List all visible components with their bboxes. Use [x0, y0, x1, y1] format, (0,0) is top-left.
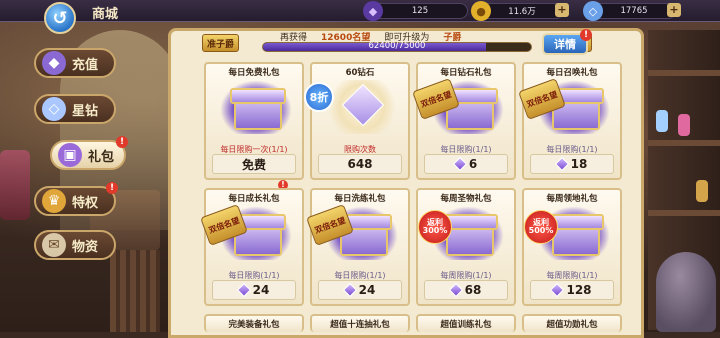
- purple-crystal-icon: ◆: [363, 1, 383, 21]
- add-gold-button[interactable]: +: [555, 3, 569, 17]
- detail-alert-badge: !: [580, 29, 592, 41]
- decor-pot: [656, 252, 716, 332]
- sidebar-item-stardiamond[interactable]: ◇ 星钻: [34, 94, 116, 124]
- gift-icon: ▣: [58, 143, 82, 167]
- diamond-icon: ◇: [42, 97, 66, 121]
- gift-card[interactable]: 每日钻石礼包 双倍名望 每日限购(1/1) 6: [412, 62, 516, 180]
- gold-coin-icon: ●: [471, 1, 491, 21]
- gift-card[interactable]: 每周领地礼包 返利 500% 每周限购(1/1) 128: [522, 188, 622, 306]
- sidebar-item-recharge[interactable]: ◆ 充值: [34, 48, 116, 78]
- back-arrow-icon: ↺: [52, 7, 68, 29]
- rank-progress: 准子爵 再获得 12600名望 即可升级为 子爵 62400/75000 子爵: [200, 26, 596, 54]
- add-diamond-button[interactable]: +: [667, 3, 681, 17]
- privilege-alert-badge: !: [106, 182, 118, 194]
- crystal-icon: [550, 282, 565, 298]
- gift-card[interactable]: 超值功勋礼包: [522, 314, 622, 332]
- decor-bottle: [0, 150, 30, 220]
- discount-badge: 8折: [304, 82, 334, 112]
- crystal-icon: [452, 156, 467, 172]
- sidebar-item-privilege[interactable]: ♛ 特权 !: [34, 182, 118, 216]
- gift-card[interactable]: 每周圣物礼包 返利 300% 每周限购(1/1) 68: [416, 188, 516, 306]
- page-title: 商城: [92, 7, 119, 22]
- sidebar-item-gift[interactable]: ▣ 礼包 !: [50, 136, 128, 170]
- buy-button[interactable]: 68: [424, 280, 508, 300]
- top-bar: 商城 ◆ 125 ● 11.6万 + ◇ 17765 +: [0, 0, 720, 22]
- gem-icon: ◆: [42, 51, 66, 75]
- rank-current: 准子爵: [202, 34, 240, 52]
- diamond-icon: ◇: [583, 1, 603, 21]
- detail-button[interactable]: 详情 !: [542, 29, 592, 55]
- gift-card[interactable]: 每日召唤礼包 双倍名望 每日限购(1/1) 18: [518, 62, 622, 180]
- rebate-badge: 返利 500%: [524, 210, 558, 244]
- buy-button[interactable]: 免费: [212, 154, 296, 174]
- buy-button[interactable]: 24: [212, 280, 296, 300]
- resource-diamond: ◇ 17765 +: [583, 1, 681, 21]
- crystal-icon: [448, 282, 463, 298]
- gift-card[interactable]: 每日免费礼包 每日限购一次(1/1) ! 免费: [204, 62, 304, 190]
- buy-button[interactable]: 6: [424, 154, 508, 174]
- buy-button[interactable]: 24: [318, 280, 402, 300]
- diamond-image: [326, 80, 398, 134]
- gift-card[interactable]: 每日洗练礼包 双倍名望 每日限购(1/1) 24: [306, 188, 410, 306]
- crystal-icon: [342, 282, 357, 298]
- gift-card[interactable]: 超值十连抽礼包: [310, 314, 410, 332]
- decor-broom: [110, 250, 160, 332]
- crystal-icon: [554, 156, 569, 172]
- buy-button[interactable]: 128: [530, 280, 614, 300]
- crystal-icon: [236, 282, 251, 298]
- gift-card[interactable]: 完美装备礼包: [204, 314, 304, 332]
- back-button[interactable]: ↺: [44, 2, 76, 34]
- gift-card[interactable]: 超值训练礼包: [416, 314, 516, 332]
- gift-card[interactable]: 每日成长礼包 双倍名望 每日限购(1/1) 24: [200, 188, 304, 306]
- rebate-badge: 返利 300%: [418, 210, 452, 244]
- sidebar-item-supplies[interactable]: ✉ 物资: [34, 230, 116, 260]
- buy-button[interactable]: 18: [530, 154, 614, 174]
- progress-text: 62400/75000: [368, 41, 426, 51]
- gift-card[interactable]: 60钻石 8折 限购次数 648: [304, 62, 410, 180]
- buy-button[interactable]: 648: [318, 154, 402, 174]
- crown-icon: ♛: [42, 189, 66, 213]
- gift-alert-badge: !: [116, 136, 128, 148]
- resource-gold: ● 11.6万 +: [471, 1, 569, 21]
- chest-image: [220, 80, 292, 134]
- scroll-icon: ✉: [42, 233, 66, 257]
- resource-crystal: ◆ 125: [363, 1, 468, 21]
